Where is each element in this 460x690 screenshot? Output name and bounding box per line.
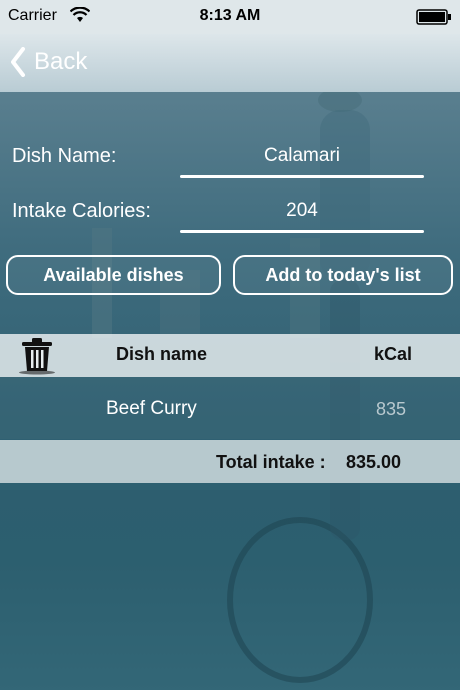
dish-name-input[interactable]: Calamari (180, 145, 424, 167)
row-dish-name: Beef Curry (106, 398, 197, 419)
intake-calories-underline (180, 230, 424, 233)
add-to-todays-list-button[interactable]: Add to today's list (233, 255, 453, 295)
total-intake-value: 835.00 (346, 452, 402, 472)
total-intake-label: Total intake : (216, 452, 326, 472)
row-kcal: 835 (376, 399, 407, 419)
trash-icon[interactable] (16, 337, 58, 380)
dish-name-label: Dish Name: (12, 145, 117, 167)
status-time: 8:13 AM (199, 7, 261, 24)
intake-calories-input[interactable]: 204 (180, 200, 424, 222)
column-header-dish-name: Dish name (116, 344, 208, 364)
battery-icon (416, 9, 452, 30)
column-header-kcal: kCal (374, 344, 413, 364)
back-button[interactable]: Back (10, 46, 87, 78)
back-label: Back (34, 48, 88, 75)
chevron-left-icon (11, 47, 25, 77)
dish-name-underline (180, 175, 424, 178)
intake-calories-label: Intake Calories: (12, 200, 151, 222)
available-dishes-button[interactable]: Available dishes (6, 255, 221, 295)
